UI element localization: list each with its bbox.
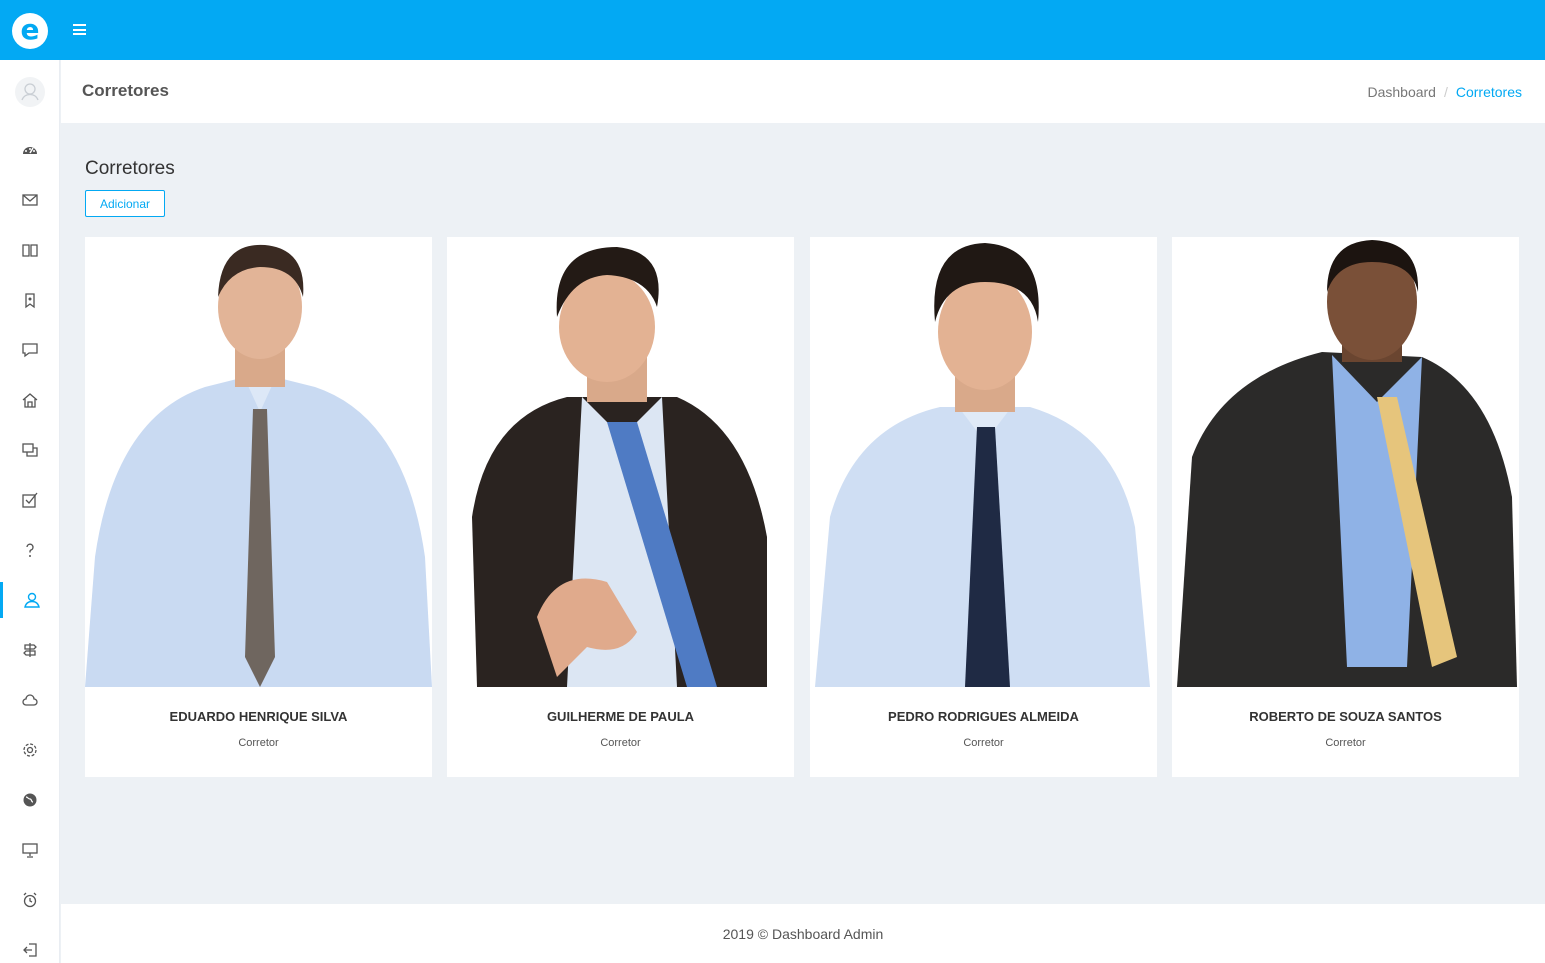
sidebar-item-settings[interactable] <box>0 732 60 768</box>
broker-photo <box>447 237 794 687</box>
broker-name: ROBERTO DE SOUZA SANTOS <box>1249 709 1442 724</box>
check-square-icon <box>22 492 38 508</box>
sidebar-item-home[interactable] <box>0 382 60 418</box>
sidebar-item-users[interactable] <box>0 582 60 618</box>
add-button[interactable]: Adicionar <box>85 190 165 217</box>
home-icon <box>22 393 38 408</box>
sidebar-item-dashboard[interactable] <box>0 132 60 168</box>
user-icon <box>23 592 40 608</box>
broker-name: PEDRO RODRIGUES ALMEIDA <box>888 709 1079 724</box>
sidebar-item-mail[interactable] <box>0 182 60 218</box>
mail-icon <box>22 194 38 206</box>
sidebar-item-logout[interactable] <box>0 932 60 963</box>
broker-role: Corretor <box>963 737 1004 749</box>
sidebar-item-cloud[interactable] <box>0 682 60 718</box>
menu-toggle-icon[interactable] <box>73 24 86 35</box>
broker-name: GUILHERME DE PAULA <box>546 709 695 724</box>
cloud-icon <box>22 694 38 706</box>
globe-icon <box>23 793 37 807</box>
page-titlebar: Corretores Dashboard / Corretores <box>61 60 1545 123</box>
signpost-icon <box>23 643 37 657</box>
chat-icon <box>22 343 38 358</box>
sidebar-item-windows[interactable] <box>0 432 60 468</box>
page-title: Corretores <box>82 81 169 100</box>
sidebar-item-bookmark[interactable] <box>0 282 60 318</box>
footer-copyright: 2019 © Dashboard Admin <box>722 926 884 942</box>
bookmark-icon <box>25 293 35 309</box>
sidebar <box>0 60 60 963</box>
broker-card[interactable]: GUILHERME DE PAULA Corretor <box>447 237 794 777</box>
breadcrumb-separator: / <box>1443 84 1448 100</box>
sidebar-item-book[interactable] <box>0 232 60 268</box>
presentation-icon <box>22 843 38 858</box>
breadcrumb-home-link[interactable]: Dashboard <box>1367 84 1436 100</box>
breadcrumb: Dashboard / Corretores <box>1367 84 1522 100</box>
broker-role: Corretor <box>238 737 279 749</box>
broker-card[interactable]: ROBERTO DE SOUZA SANTOS Corretor <box>1172 237 1519 777</box>
top-navbar: e <box>0 0 1545 60</box>
logo-letter: e <box>20 13 40 46</box>
book-icon <box>22 244 38 257</box>
broker-role: Corretor <box>600 737 641 749</box>
sidebar-item-chat[interactable] <box>0 332 60 368</box>
broker-card[interactable]: PEDRO RODRIGUES ALMEIDA Corretor <box>810 237 1157 777</box>
sidebar-item-globe[interactable] <box>0 782 60 818</box>
sidebar-item-alarm[interactable] <box>0 882 60 918</box>
broker-card[interactable]: EDUARDO HENRIQUE SILVA Corretor <box>85 237 432 777</box>
broker-photo <box>810 237 1157 687</box>
alarm-icon <box>23 892 37 908</box>
dashboard-icon <box>23 147 37 154</box>
logout-icon <box>23 943 37 957</box>
footer: 2019 © Dashboard Admin <box>61 904 1545 963</box>
broker-role: Corretor <box>1325 737 1366 749</box>
broker-photo <box>85 237 432 687</box>
gear-icon <box>23 743 37 757</box>
user-avatar[interactable] <box>15 77 45 107</box>
question-icon <box>26 543 34 557</box>
logo[interactable]: e <box>12 13 48 49</box>
sidebar-item-help[interactable] <box>0 532 60 568</box>
breadcrumb-current: Corretores <box>1455 84 1522 100</box>
sidebar-item-presentation[interactable] <box>0 832 60 868</box>
windows-icon <box>22 443 38 457</box>
broker-photo <box>1172 237 1519 687</box>
sidebar-item-tasks[interactable] <box>0 482 60 518</box>
broker-name: EDUARDO HENRIQUE SILVA <box>169 709 348 724</box>
section-title: Corretores <box>85 158 175 179</box>
sidebar-item-signpost[interactable] <box>0 632 60 668</box>
